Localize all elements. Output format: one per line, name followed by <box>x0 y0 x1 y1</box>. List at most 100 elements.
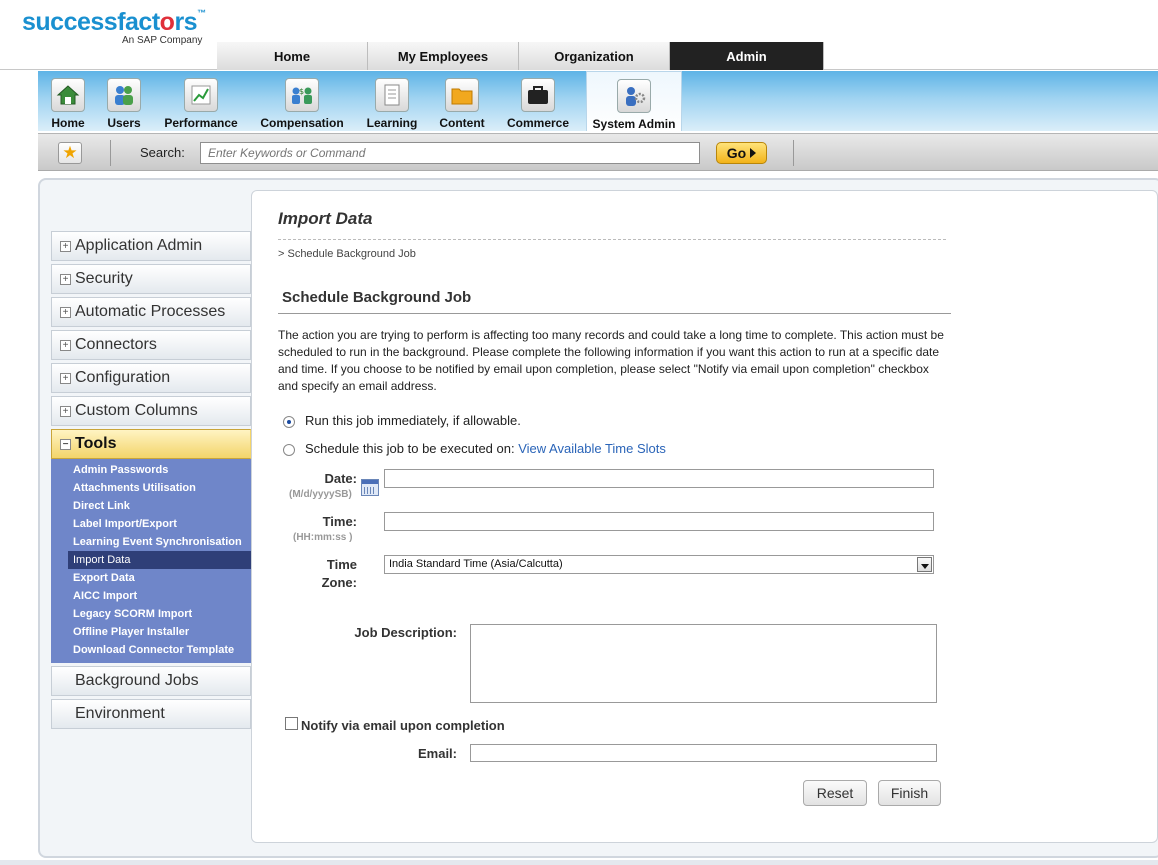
expand-plus-icon: + <box>60 372 71 384</box>
radio-schedule-label: Schedule this job to be executed on: <box>305 441 515 456</box>
expand-plus-icon: + <box>60 273 71 285</box>
email-label: Email: <box>417 746 457 761</box>
reset-button[interactable]: Reset <box>803 780 867 806</box>
module-compensation[interactable]: $ Compensation <box>260 71 344 131</box>
module-commerce[interactable]: Commerce <box>504 71 572 131</box>
subnav-download-connector-template[interactable]: Download Connector Template <box>51 641 251 659</box>
main-tabs: Home My Employees Organization Admin <box>217 42 824 70</box>
logo-text-end: rs <box>174 8 198 36</box>
chevron-down-icon[interactable] <box>917 557 932 572</box>
subnav-learning-event-sync[interactable]: Learning Event Synchronisation <box>51 533 251 551</box>
nav-label: Application Admin <box>75 237 203 254</box>
tab-home[interactable]: Home <box>217 42 368 70</box>
module-home-label: Home <box>51 116 85 130</box>
folder-icon <box>445 78 479 112</box>
module-commerce-label: Commerce <box>506 116 570 130</box>
nav-label: Background Jobs <box>75 672 199 689</box>
users-icon <box>107 78 141 112</box>
go-button[interactable]: Go <box>716 142 767 164</box>
expand-plus-icon: + <box>60 306 71 318</box>
nav-environment[interactable]: Environment <box>51 699 251 729</box>
module-bar: Home Users Performance $ Compensation Le… <box>38 71 1158 131</box>
timezone-label-1: Time <box>326 557 357 572</box>
view-time-slots-link[interactable]: View Available Time Slots <box>518 441 666 456</box>
subnav-legacy-scorm-import[interactable]: Legacy SCORM Import <box>51 605 251 623</box>
module-home[interactable]: Home <box>48 71 88 131</box>
finish-button[interactable]: Finish <box>878 780 941 806</box>
footer-strip <box>0 860 1158 865</box>
breadcrumb: > Schedule Background Job <box>278 248 416 260</box>
radio-schedule[interactable] <box>283 444 295 456</box>
date-input[interactable] <box>384 469 934 488</box>
subnav-offline-player-installer[interactable]: Offline Player Installer <box>51 623 251 641</box>
time-input[interactable] <box>384 512 934 531</box>
collapse-minus-icon: − <box>60 438 71 450</box>
subnav-label-import-export[interactable]: Label Import/Export <box>51 515 251 533</box>
subnav-attachments-utilisation[interactable]: Attachments Utilisation <box>51 479 251 497</box>
timezone-value: India Standard Time (Asia/Calcutta) <box>389 558 563 570</box>
subnav-import-data[interactable]: Import Data <box>68 551 251 569</box>
time-format-hint: (HH:mm:ss ) <box>293 532 353 543</box>
module-compensation-label: Compensation <box>260 116 344 130</box>
nav-label: Security <box>75 270 133 287</box>
subnav-direct-link[interactable]: Direct Link <box>51 497 251 515</box>
subnav-aicc-import[interactable]: AICC Import <box>51 587 251 605</box>
section-title: Schedule Background Job <box>282 289 472 306</box>
module-learning[interactable]: Learning <box>365 71 419 131</box>
nav-background-jobs[interactable]: Background Jobs <box>51 666 251 696</box>
section-divider <box>278 313 951 314</box>
tab-my-employees[interactable]: My Employees <box>368 42 519 70</box>
go-arrow-icon <box>750 148 757 158</box>
nav-security[interactable]: + Security <box>51 264 251 294</box>
title-divider <box>278 239 946 240</box>
module-system-admin[interactable]: System Admin <box>586 71 682 131</box>
nav-label: Tools <box>75 435 117 452</box>
module-performance[interactable]: Performance <box>162 71 240 131</box>
date-label: Date: <box>324 471 357 486</box>
expand-plus-icon: + <box>60 240 71 252</box>
logo-tm: ™ <box>197 8 206 18</box>
nav-label: Connectors <box>75 336 157 353</box>
nav-configuration[interactable]: + Configuration <box>51 363 251 393</box>
go-label: Go <box>726 145 747 161</box>
email-input[interactable] <box>470 744 937 762</box>
successfactors-logo[interactable]: successfactors™ <box>22 8 206 37</box>
time-label: Time: <box>322 514 357 529</box>
nav-connectors[interactable]: + Connectors <box>51 330 251 360</box>
subnav-export-data[interactable]: Export Data <box>51 569 251 587</box>
job-description-label: Job Description: <box>354 625 457 640</box>
expand-plus-icon: + <box>60 339 71 351</box>
module-users[interactable]: Users <box>104 71 144 131</box>
document-icon <box>375 78 409 112</box>
module-system-admin-label: System Admin <box>592 117 676 131</box>
notify-checkbox[interactable] <box>285 717 298 730</box>
logo-text: successfact <box>22 8 160 36</box>
radio-schedule-label-wrap: Schedule this job to be executed on: Vie… <box>305 441 666 456</box>
calendar-icon[interactable] <box>361 479 379 496</box>
nav-label: Configuration <box>75 369 171 386</box>
tools-submenu: Admin Passwords Attachments Utilisation … <box>51 459 251 663</box>
logo-heart: o <box>159 8 175 36</box>
nav-custom-columns[interactable]: + Custom Columns <box>51 396 251 426</box>
nav-application-admin[interactable]: + Application Admin <box>51 231 251 261</box>
tab-organization[interactable]: Organization <box>519 42 670 70</box>
radio-run-immediately[interactable] <box>283 416 295 428</box>
nav-label: Environment <box>75 705 165 722</box>
module-content[interactable]: Content <box>438 71 486 131</box>
search-input[interactable] <box>200 142 700 164</box>
nav-automatic-processes[interactable]: + Automatic Processes <box>51 297 251 327</box>
briefcase-icon <box>521 78 555 112</box>
job-description-textarea[interactable] <box>470 624 937 703</box>
tab-admin[interactable]: Admin <box>670 42 824 70</box>
timezone-select[interactable]: India Standard Time (Asia/Calcutta) <box>384 555 934 574</box>
divider <box>793 140 794 166</box>
search-label: Search: <box>140 145 185 160</box>
nav-tools[interactable]: − Tools <box>51 429 263 459</box>
nav-label: Automatic Processes <box>75 303 226 320</box>
nav-label: Custom Columns <box>75 402 198 419</box>
page-title: Import Data <box>278 209 373 228</box>
favorites-star-icon[interactable]: ★ <box>58 142 82 164</box>
subnav-admin-passwords[interactable]: Admin Passwords <box>51 461 251 479</box>
compensation-icon: $ <box>285 78 319 112</box>
module-content-label: Content <box>439 116 485 130</box>
